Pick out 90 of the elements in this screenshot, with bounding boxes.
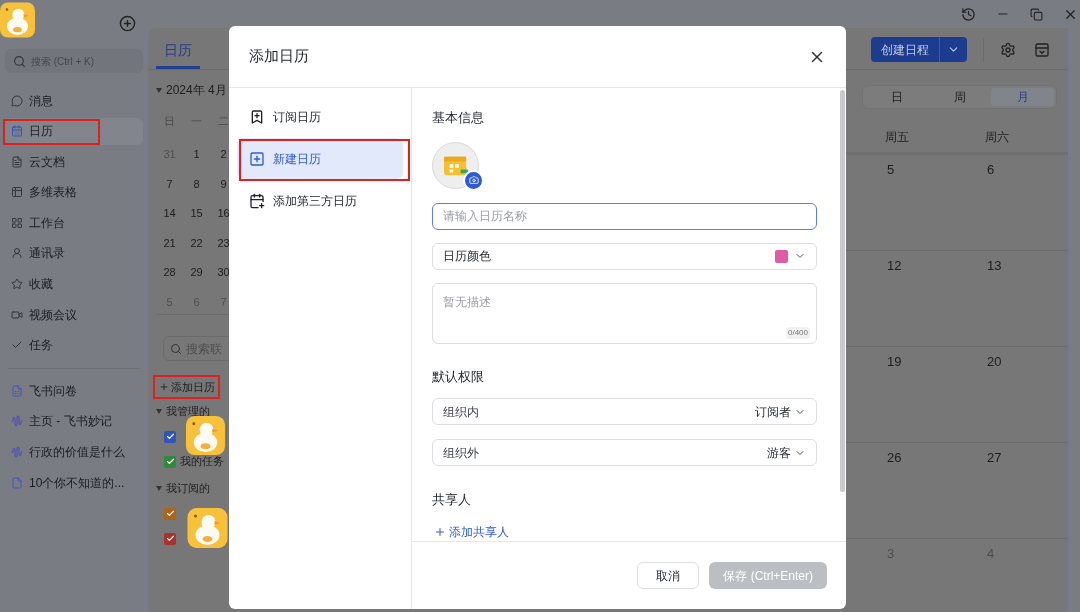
dialog-nav-item[interactable]: 添加第三方日历 [237, 180, 403, 221]
calendar-icon [11, 125, 23, 138]
date-number: 13 [986, 257, 1003, 275]
group-caret[interactable] [156, 485, 162, 491]
add-calendar-link[interactable]: 添加日历 [156, 377, 218, 397]
sidebar-item[interactable]: 日历 [5, 117, 143, 145]
window-icon[interactable] [1034, 41, 1050, 58]
description-field[interactable]: 暂无描述 0/400 [432, 282, 817, 344]
person-icon [11, 247, 23, 260]
table-icon [11, 186, 23, 199]
calendar-checkbox[interactable] [164, 455, 176, 468]
day-number[interactable]: 29 [183, 261, 210, 291]
section-heading: 基本信息 [432, 109, 485, 127]
date-number: 12 [886, 257, 903, 275]
character-counter: 0/400 [785, 326, 810, 339]
plus-icon [434, 525, 446, 538]
date-number: 6 [986, 161, 996, 179]
sidebar-item[interactable]: 任务 [5, 331, 143, 359]
day-number[interactable]: 14 [156, 202, 183, 232]
day-number[interactable]: 7 [156, 172, 183, 202]
calendar-checkbox[interactable] [164, 532, 176, 545]
permission-select[interactable]: 组织内 订阅者 [432, 398, 817, 425]
calendar-plus-icon [249, 150, 265, 167]
day-number[interactable]: 15 [183, 202, 210, 232]
date-number: 20 [986, 353, 1003, 371]
tab[interactable]: 日历 [156, 35, 200, 69]
date-number: 5 [886, 161, 896, 179]
add-icon[interactable] [119, 15, 136, 32]
dialog-title: 添加日历 [249, 46, 309, 67]
search-icon [13, 54, 26, 68]
calendar-checkbox[interactable] [164, 430, 176, 443]
permission-select[interactable]: 组织外 游客 [432, 439, 817, 466]
add-sharer-link[interactable]: 添加共享人 [432, 522, 509, 541]
dialog-nav-item[interactable]: 订阅日历 [237, 96, 403, 137]
sidebar-item[interactable]: 多维表格 [5, 178, 143, 206]
group-title: 我管理的 [166, 403, 210, 419]
calendar-add-icon [249, 192, 265, 209]
settings-icon[interactable] [1000, 41, 1016, 58]
date-number: 26 [886, 449, 903, 467]
form-icon [11, 384, 23, 397]
chat-bubble-icon [11, 94, 23, 107]
plus-icon [159, 382, 169, 392]
date-number: 19 [886, 353, 903, 371]
document-icon [11, 155, 23, 168]
sidebar-item[interactable]: 云文档 [5, 148, 143, 176]
bookmark-plus-icon [249, 108, 265, 125]
view-tab[interactable]: 周 [928, 88, 991, 106]
calendar-name: 我的任务 [180, 454, 224, 470]
weekday-header: 周五 [884, 129, 910, 146]
dialog-nav-item[interactable]: 新建日历 [237, 138, 403, 179]
section-heading: 默认权限 [432, 367, 485, 386]
scrollbar-thumb[interactable] [840, 90, 845, 492]
view-tab[interactable]: 日 [865, 88, 928, 106]
document-link[interactable]: 行政的价值是什么 [5, 438, 143, 466]
sidebar-item[interactable]: 消息 [5, 87, 143, 114]
group-title: 我订阅的 [166, 480, 210, 496]
video-camera-icon [11, 308, 23, 321]
sidebar-item[interactable]: 收藏 [5, 270, 143, 298]
history-icon[interactable] [961, 6, 976, 22]
day-number[interactable]: 28 [156, 261, 183, 291]
annotation-frame [153, 375, 220, 399]
restore-icon[interactable] [1030, 7, 1043, 21]
calendar-checkbox[interactable] [164, 507, 176, 520]
search-icon [170, 342, 182, 355]
view-tab[interactable]: 月 [991, 88, 1054, 106]
grid-icon [11, 216, 23, 229]
cancel-button[interactable]: 取消 [637, 562, 700, 589]
date-number: 27 [986, 449, 1003, 467]
group-caret[interactable] [156, 408, 162, 414]
document-link[interactable]: 飞书问卷 [5, 377, 143, 405]
day-number[interactable]: 1 [183, 143, 210, 173]
document-icon [11, 476, 23, 489]
waveform-icon [11, 415, 23, 428]
collapse-caret[interactable] [156, 87, 162, 93]
calendar-name-input[interactable]: 请输入日历名称 [432, 202, 817, 230]
day-number[interactable]: 21 [156, 231, 183, 261]
sidebar-item[interactable]: 视频会议 [5, 301, 143, 329]
sidebar-item[interactable]: 通讯录 [5, 239, 143, 267]
sidebar-item[interactable]: 工作台 [5, 209, 143, 237]
day-number[interactable]: 22 [183, 231, 210, 261]
section-heading: 共享人 [432, 491, 472, 509]
document-link[interactable]: 10个你不知道的... [5, 469, 143, 497]
star-icon [11, 278, 23, 291]
camera-icon [468, 175, 479, 185]
weekday-header: 周六 [984, 129, 1010, 146]
day-number[interactable]: 8 [183, 172, 210, 202]
color-select[interactable]: 日历颜色 [432, 242, 817, 270]
waveform-icon [11, 446, 23, 459]
month-label: 2024年 4月 [166, 82, 227, 99]
document-link[interactable]: 主页 - 飞书妙记 [5, 407, 143, 435]
